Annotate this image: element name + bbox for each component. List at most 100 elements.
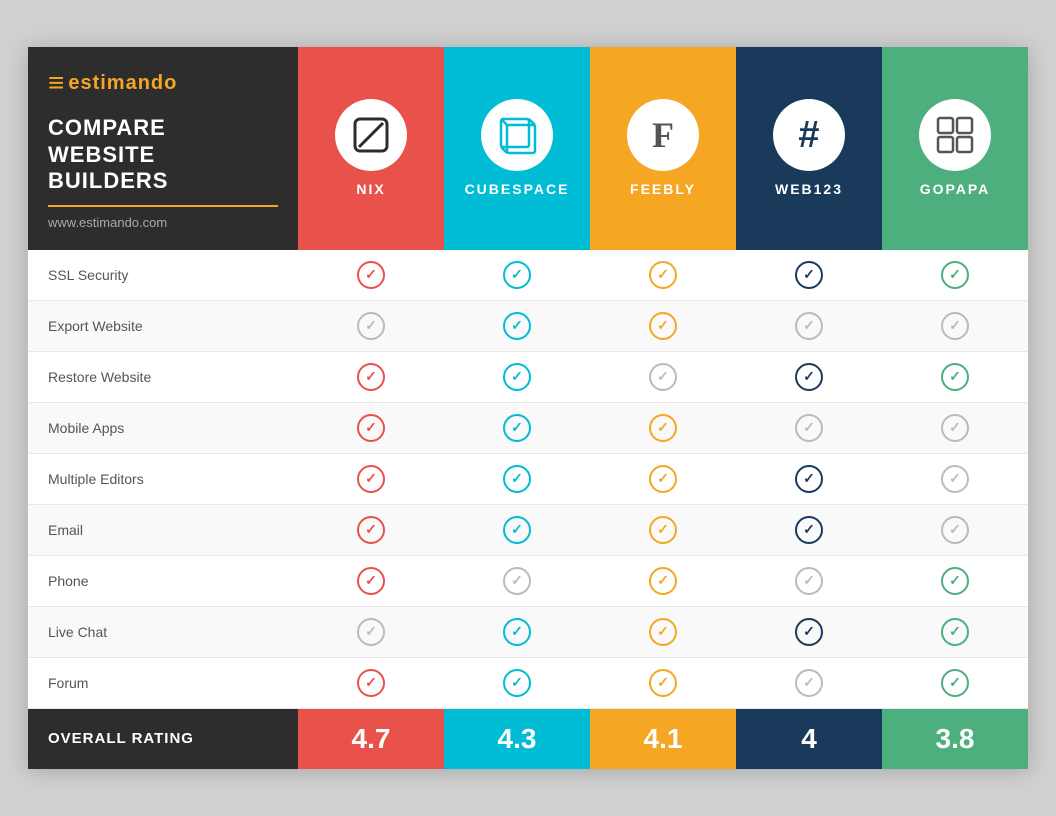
- feature-row: Export Website✓✓✓✓✓: [28, 301, 1028, 352]
- feature-check-cell: ✓: [882, 658, 1028, 708]
- check-icon: ✓: [357, 465, 385, 493]
- check-icon: ✓: [795, 618, 823, 646]
- feature-check-cell: ✓: [736, 403, 882, 453]
- feature-row: Mobile Apps✓✓✓✓✓: [28, 403, 1028, 454]
- feature-row: SSL Security ✓ ✓ ✓ ✓ ✓: [28, 250, 1028, 301]
- feature-check-cell: ✓: [444, 352, 590, 402]
- feature-label: Export Website: [28, 301, 298, 351]
- check-icon: ✓: [941, 618, 969, 646]
- logo-icon: ≡: [48, 67, 64, 99]
- cubespace-name: CUBESPACE: [465, 181, 570, 197]
- brand-divider: [48, 205, 278, 207]
- feature-check-cell: ✓: [882, 250, 1028, 300]
- feebly-name: FEEBLY: [630, 181, 696, 197]
- product-col-gopapa: GOPAPA: [882, 47, 1028, 249]
- feature-check-cell: ✓: [298, 403, 444, 453]
- check-icon: ✓: [503, 414, 531, 442]
- rating-row: OVERALL RATING 4.7 4.3 4.1 4 3.8: [28, 709, 1028, 769]
- feature-row: Restore Website✓✓✓✓✓: [28, 352, 1028, 403]
- feature-check-cell: ✓: [444, 250, 590, 300]
- feature-check-cell: ✓: [736, 352, 882, 402]
- check-icon: ✓: [649, 363, 677, 391]
- gopapa-icon: [919, 99, 991, 171]
- feature-row: Email✓✓✓✓✓: [28, 505, 1028, 556]
- rating-gopapa: 3.8: [882, 709, 1028, 769]
- feature-check-cell: ✓: [590, 658, 736, 708]
- feature-check-cell: ✓: [736, 454, 882, 504]
- feature-check-cell: ✓: [882, 403, 1028, 453]
- features-section: SSL Security✓✓✓✓✓Export Website✓✓✓✓✓Rest…: [28, 250, 1028, 709]
- check-icon: ✓: [649, 618, 677, 646]
- rating-feebly: 4.1: [590, 709, 736, 769]
- check-icon: ✓: [649, 312, 677, 340]
- feature-label: Restore Website: [28, 352, 298, 402]
- check-icon: ✓: [649, 567, 677, 595]
- check-icon: ✓: [795, 261, 823, 289]
- feature-check-cell: ✓: [444, 454, 590, 504]
- check-icon: ✓: [357, 516, 385, 544]
- feature-check-cell: ✓: [736, 658, 882, 708]
- check-icon: ✓: [357, 363, 385, 391]
- check-icon: ✓: [357, 312, 385, 340]
- feature-label: SSL Security: [28, 250, 298, 300]
- check-icon: ✓: [941, 516, 969, 544]
- feature-check-cell: ✓: [882, 607, 1028, 657]
- feature-check-cell: ✓: [882, 505, 1028, 555]
- feature-check-cell: ✓: [590, 301, 736, 351]
- rating-label: OVERALL RATING: [48, 730, 194, 747]
- check-icon: ✓: [941, 567, 969, 595]
- feature-check-cell: ✓: [590, 505, 736, 555]
- check-icon: ✓: [941, 261, 969, 289]
- check-icon: ✓: [941, 465, 969, 493]
- feature-check-cell: ✓: [444, 505, 590, 555]
- check-icon: ✓: [649, 669, 677, 697]
- feature-row: Forum✓✓✓✓✓: [28, 658, 1028, 709]
- brand-column: ≡ estimando Compare Website Builders www…: [28, 47, 298, 249]
- feature-label: Mobile Apps: [28, 403, 298, 453]
- check-icon: ✓: [795, 465, 823, 493]
- feature-check-cell: ✓: [444, 556, 590, 606]
- feature-check-cell: ✓: [882, 556, 1028, 606]
- comparison-table: ≡ estimando Compare Website Builders www…: [28, 47, 1028, 768]
- check-icon: ✓: [357, 414, 385, 442]
- feature-check-cell: ✓: [590, 607, 736, 657]
- check-icon: ✓: [357, 261, 385, 289]
- logo-suffix: stimando: [80, 72, 177, 94]
- check-icon: ✓: [503, 669, 531, 697]
- feature-check-cell: ✓: [736, 250, 882, 300]
- check-icon: ✓: [357, 618, 385, 646]
- web123-name: WEB123: [775, 181, 843, 197]
- feature-check-cell: ✓: [298, 505, 444, 555]
- feature-check-cell: ✓: [736, 301, 882, 351]
- logo-prefix: e: [68, 72, 80, 94]
- feebly-icon: F: [627, 99, 699, 171]
- feature-check-cell: ✓: [298, 607, 444, 657]
- rating-label-col: OVERALL RATING: [28, 709, 298, 769]
- feature-check-cell: ✓: [298, 301, 444, 351]
- feature-check-cell: ✓: [882, 301, 1028, 351]
- feature-check-cell: ✓: [882, 454, 1028, 504]
- feature-check-cell: ✓: [736, 556, 882, 606]
- check-icon: ✓: [503, 618, 531, 646]
- check-icon: ✓: [795, 567, 823, 595]
- product-col-feebly: F FEEBLY: [590, 47, 736, 249]
- cubespace-icon: [481, 99, 553, 171]
- gopapa-name: GOPAPA: [920, 181, 991, 197]
- check-icon: ✓: [503, 261, 531, 289]
- check-icon: ✓: [649, 465, 677, 493]
- feature-check-cell: ✓: [444, 658, 590, 708]
- feature-check-cell: ✓: [590, 250, 736, 300]
- check-icon: ✓: [795, 414, 823, 442]
- check-icon: ✓: [649, 516, 677, 544]
- feature-row: Multiple Editors✓✓✓✓✓: [28, 454, 1028, 505]
- feature-check-cell: ✓: [444, 403, 590, 453]
- feature-check-cell: ✓: [590, 352, 736, 402]
- check-icon: ✓: [649, 261, 677, 289]
- product-col-nix: NIX: [298, 47, 444, 249]
- logo-text: estimando: [68, 72, 177, 95]
- brand-url: www.estimando.com: [48, 215, 278, 230]
- feature-label: Phone: [28, 556, 298, 606]
- check-icon: ✓: [941, 414, 969, 442]
- rating-nix: 4.7: [298, 709, 444, 769]
- feature-row: Phone✓✓✓✓✓: [28, 556, 1028, 607]
